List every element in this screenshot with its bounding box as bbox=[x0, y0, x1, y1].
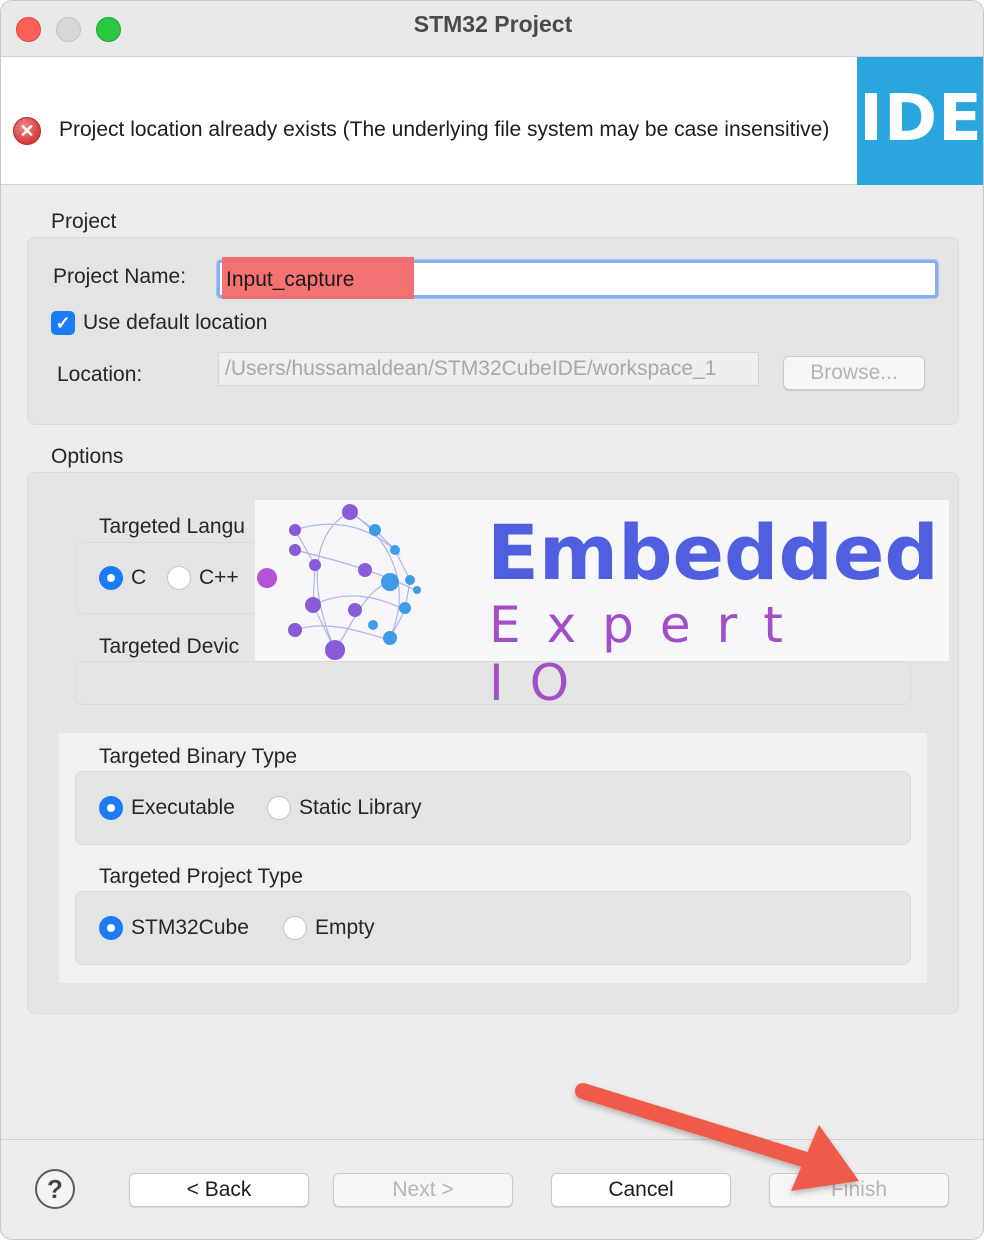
project-name-input[interactable]: Input_capture bbox=[217, 257, 938, 299]
footer-divider bbox=[1, 1139, 983, 1140]
language-cpp-radio[interactable] bbox=[167, 566, 191, 590]
next-button[interactable]: Next > bbox=[333, 1173, 513, 1207]
project-type-stm32cube-radio[interactable] bbox=[99, 916, 123, 940]
binary-static-library-radio[interactable] bbox=[267, 796, 291, 820]
stm32-project-dialog: STM32 Project ✕ Project location already… bbox=[0, 0, 984, 1240]
location-label: Location: bbox=[57, 363, 143, 386]
error-icon: ✕ bbox=[13, 117, 41, 145]
finish-button[interactable]: Finish bbox=[769, 1173, 949, 1207]
project-type-stm32cube-label: STM32Cube bbox=[131, 916, 249, 939]
help-button[interactable]: ? bbox=[35, 1169, 75, 1209]
embedded-expert-io-logo: Embedded Expert IO bbox=[255, 500, 949, 712]
targeted-project-type-title: Targeted Project Type bbox=[99, 865, 303, 888]
network-globe-icon bbox=[257, 504, 421, 660]
location-input[interactable]: /Users/hussamaldean/STM32CubeIDE/workspa… bbox=[218, 352, 759, 386]
targeted-device-title: Targeted Devic bbox=[99, 635, 240, 658]
wizard-header-banner: ✕ Project location already exists (The u… bbox=[1, 57, 983, 185]
binary-static-library-label: Static Library bbox=[299, 796, 422, 819]
binary-executable-radio[interactable] bbox=[99, 796, 123, 820]
window-title: STM32 Project bbox=[413, 11, 573, 37]
language-c-label: C bbox=[131, 566, 147, 589]
project-type-empty-label: Empty bbox=[315, 916, 375, 939]
location-value: /Users/hussamaldean/STM32CubeIDE/workspa… bbox=[225, 357, 717, 380]
language-cpp-label: C++ bbox=[199, 566, 239, 589]
project-section-title: Project bbox=[51, 210, 117, 233]
back-button[interactable]: < Back bbox=[129, 1173, 309, 1207]
project-type-empty-radio[interactable] bbox=[283, 916, 307, 940]
language-c-radio[interactable] bbox=[99, 566, 123, 590]
use-default-location-checkbox[interactable]: ✓ bbox=[51, 311, 75, 335]
browse-button[interactable]: Browse... bbox=[783, 356, 925, 390]
binary-executable-label: Executable bbox=[131, 796, 235, 819]
targeted-language-title: Targeted Langu bbox=[99, 515, 245, 538]
project-name-value: Input_capture bbox=[226, 268, 355, 291]
ide-logo: IDE bbox=[857, 57, 983, 185]
brand-name-expert-io: Expert IO bbox=[489, 596, 809, 712]
error-message: Project location already exists (The und… bbox=[59, 118, 830, 141]
use-default-location-label: Use default location bbox=[83, 311, 268, 334]
brand-name-embedded: Embedded bbox=[487, 508, 939, 597]
cancel-button[interactable]: Cancel bbox=[551, 1173, 731, 1207]
options-section-title: Options bbox=[51, 445, 124, 468]
project-name-label: Project Name: bbox=[53, 265, 187, 288]
title-bar: STM32 Project bbox=[1, 1, 983, 57]
targeted-binary-type-title: Targeted Binary Type bbox=[99, 745, 298, 768]
